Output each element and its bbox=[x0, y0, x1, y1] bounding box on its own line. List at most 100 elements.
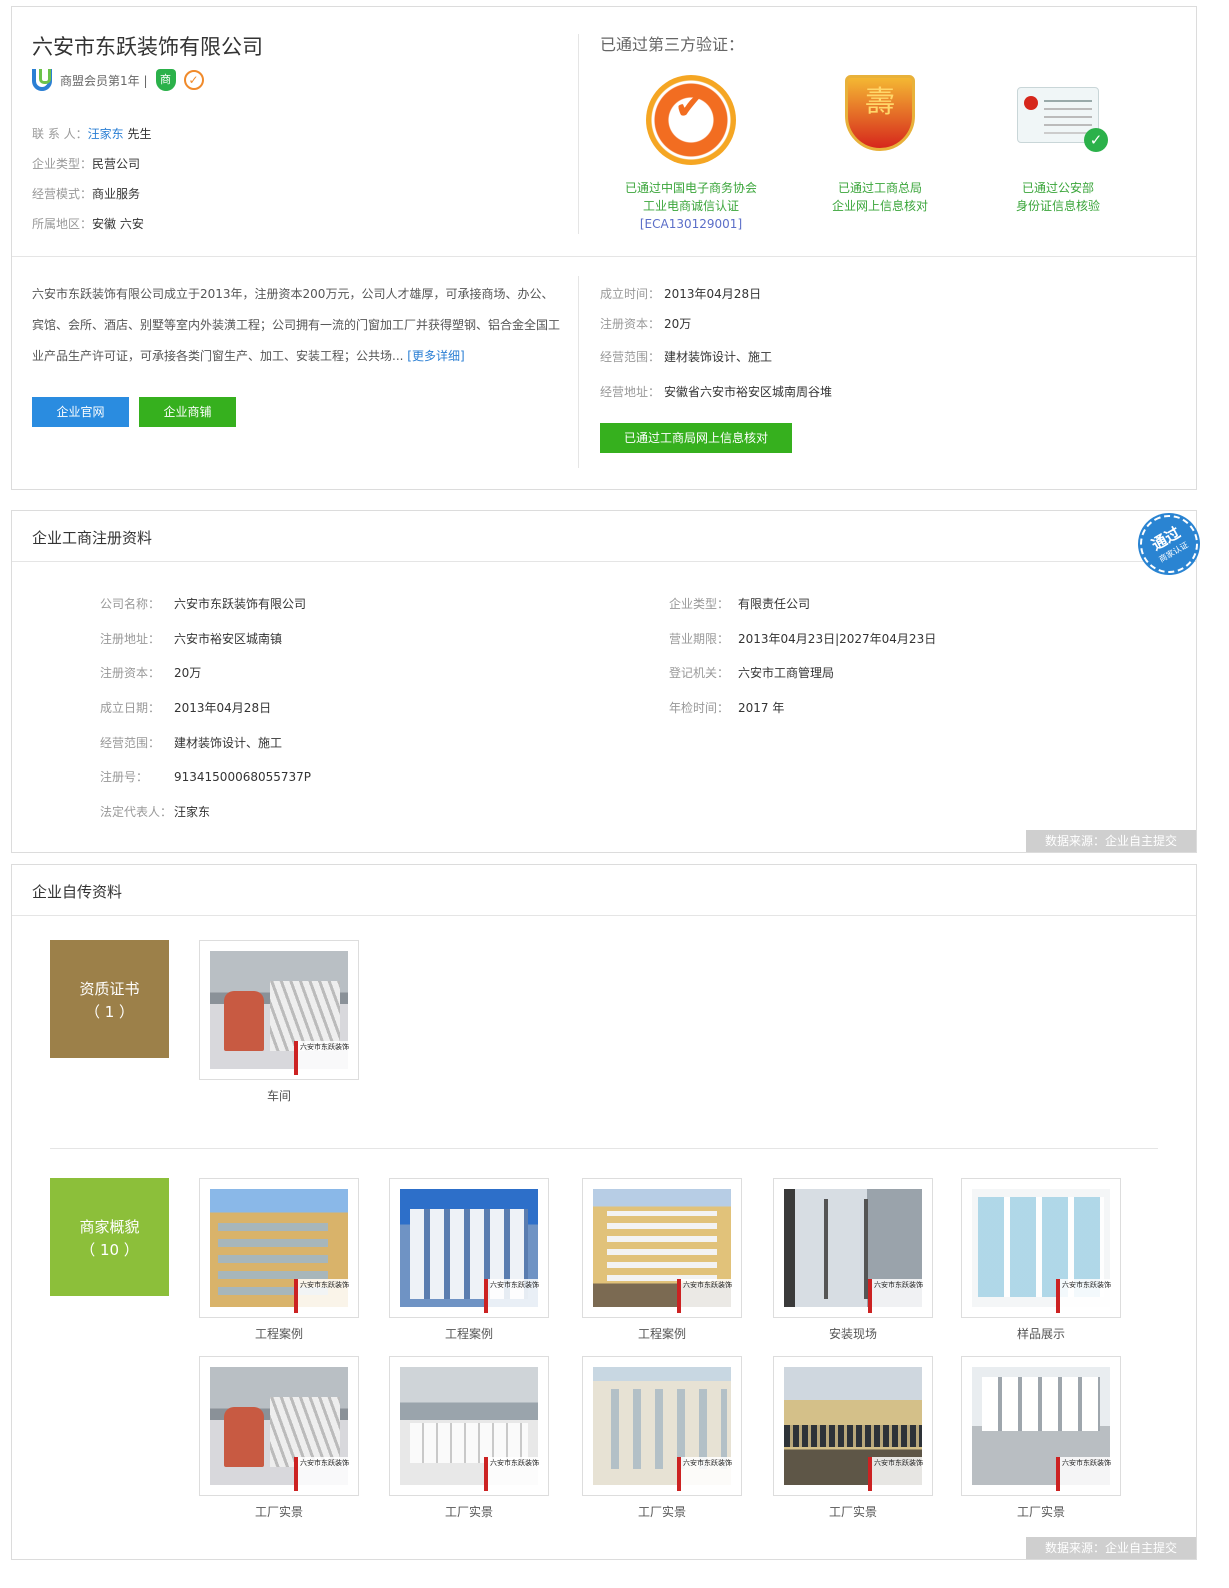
reg-label: 经营范围： bbox=[100, 735, 161, 750]
reg-value: 91341500068055737P bbox=[174, 770, 312, 785]
registration-right-column: 企业类型： 有限责任公司 营业期限： 2013年04月23日|2027年04月23日… bbox=[669, 595, 936, 734]
summary-row: 经营地址： 安徽省六安市裕安区城南周谷堆 bbox=[600, 383, 832, 413]
reg-row: 企业类型： 有限责任公司 bbox=[669, 595, 936, 630]
region-value: 安徽 六安 bbox=[92, 217, 144, 231]
saic-verified-button[interactable]: 已通过工商局网上信息核对 bbox=[600, 423, 792, 453]
ec-association-badge[interactable]: 已通过中国电子商务协会 工业电商诚信认证 [ECA130129001] bbox=[601, 75, 781, 233]
ec-badge-line2: 工业电商诚信认证 bbox=[642, 199, 739, 213]
ec-badge-line1: 已通过中国电子商务协会 bbox=[624, 181, 757, 195]
more-details-link[interactable]: [更多详细] bbox=[407, 349, 464, 363]
contact-info: 联 系 人：汪家东 先生 企业类型：民营公司 经营模式：商业服务 所属地区：安徽… bbox=[32, 125, 151, 245]
reg-label: 注册地址： bbox=[100, 631, 161, 646]
registration-left-column: 公司名称： 六安市东跃装饰有限公司 注册地址： 六安市裕安区城南镇 注册资本： 20万… bbox=[100, 595, 311, 838]
business-mode-row: 经营模式：商业服务 bbox=[32, 185, 151, 215]
thumbnail-caption[interactable]: 安装现场 bbox=[773, 1325, 933, 1342]
reg-value: 20万 bbox=[174, 666, 202, 681]
thumbnail-caption[interactable]: 工厂实景 bbox=[199, 1503, 359, 1520]
reg-label: 公司名称： bbox=[100, 597, 161, 611]
thumbnail-caption[interactable]: 工厂实景 bbox=[389, 1503, 549, 1520]
summary-label: 经营地址： bbox=[600, 385, 661, 399]
profile-header: 企业自传资料 bbox=[12, 865, 1196, 916]
company-type-label: 企业类型： bbox=[32, 157, 93, 171]
company-website-button[interactable]: 企业官网 bbox=[32, 397, 129, 427]
gallery-thumbnail[interactable]: 六安市东跃装饰 bbox=[961, 1356, 1121, 1496]
gallery-divider bbox=[50, 1148, 1158, 1149]
reg-value: 有限责任公司 bbox=[738, 597, 811, 611]
member-years: 商盟会员第1年 | bbox=[60, 73, 148, 88]
watermark: 六安市东跃装饰 bbox=[868, 1457, 928, 1491]
thumbnail-caption[interactable]: 样品展示 bbox=[961, 1325, 1121, 1342]
summary-label: 经营范围： bbox=[600, 350, 661, 364]
profile-panel: 企业自传资料 资质证书 （ 1 ） 六安市东跃装饰 车间 商家概貌 （ 10 ）… bbox=[11, 864, 1197, 1560]
thumbnail-caption[interactable]: 工厂实景 bbox=[961, 1503, 1121, 1520]
thumbnail-caption[interactable]: 工厂实景 bbox=[582, 1503, 742, 1520]
reg-value: 六安市东跃装饰有限公司 bbox=[174, 597, 307, 611]
intro-divider bbox=[578, 276, 579, 468]
thumbnail-caption[interactable]: 工厂实景 bbox=[773, 1503, 933, 1520]
reg-row: 注册资本： 20万 bbox=[100, 664, 311, 699]
id-card-badge[interactable]: 已通过公安部 身份证信息核验 bbox=[968, 75, 1148, 215]
watermark: 六安市东跃装饰 bbox=[1056, 1457, 1116, 1491]
company-type-row: 企业类型：民营公司 bbox=[32, 155, 151, 185]
company-shop-button[interactable]: 企业商铺 bbox=[139, 397, 236, 427]
business-shield-icon[interactable]: 商 bbox=[155, 69, 176, 91]
verified-check-icon[interactable]: ✓ bbox=[183, 70, 204, 90]
reg-value: 2017 年 bbox=[738, 701, 785, 716]
gallery-thumbnail[interactable]: 六安市东跃装饰 bbox=[389, 1356, 549, 1496]
intro-text: 六安市东跃装饰有限公司成立于2013年，注册资本200万元，公司人才雄厚，可承接… bbox=[32, 287, 561, 363]
company-type-value: 民营公司 bbox=[92, 157, 141, 171]
summary-value: 20万 bbox=[664, 317, 692, 331]
ec-badge-code: [ECA130129001] bbox=[639, 217, 743, 231]
watermark: 六安市东跃装饰 bbox=[677, 1457, 737, 1491]
gallery-thumbnail[interactable]: 六安市东跃装饰 bbox=[773, 1356, 933, 1496]
thumbnail-caption[interactable]: 工程案例 bbox=[199, 1325, 359, 1342]
reg-row: 成立日期： 2013年04月28日 bbox=[100, 699, 311, 734]
thumbnail-caption[interactable]: 工程案例 bbox=[389, 1325, 549, 1342]
reg-row: 经营范围： 建材装饰设计、施工 bbox=[100, 734, 311, 769]
overview-category[interactable]: 商家概貌 （ 10 ） bbox=[50, 1178, 169, 1296]
reg-label: 注册资本： bbox=[100, 666, 161, 681]
watermark: 六安市东跃装饰 bbox=[484, 1457, 544, 1491]
thumbnail-caption[interactable]: 工程案例 bbox=[582, 1325, 742, 1342]
saic-badge[interactable]: 已通过工商总局 企业网上信息核对 bbox=[790, 75, 970, 215]
data-source-tag: 数据来源：企业自主提交 bbox=[1026, 830, 1196, 852]
reg-row: 公司名称： 六安市东跃装饰有限公司 bbox=[100, 595, 311, 630]
region-label: 所属地区： bbox=[32, 217, 93, 231]
watermark: 六安市东跃装饰 bbox=[294, 1041, 354, 1075]
reg-value: 2013年04月23日|2027年04月23日 bbox=[738, 631, 937, 646]
gallery-thumbnail[interactable]: 六安市东跃装饰 bbox=[199, 1356, 359, 1496]
summary-label: 成立时间： bbox=[600, 287, 661, 301]
saic-shield-icon bbox=[845, 75, 915, 151]
id-badge-line1: 已通过公安部 bbox=[1021, 181, 1094, 195]
reg-row: 营业期限： 2013年04月23日|2027年04月23日 bbox=[669, 630, 936, 665]
gallery-thumbnail[interactable]: 六安市东跃装饰 bbox=[389, 1178, 549, 1318]
contact-name-link[interactable]: 汪家东 bbox=[88, 127, 124, 141]
reg-label: 注册号： bbox=[100, 770, 149, 785]
thumbnail-caption[interactable]: 车间 bbox=[199, 1087, 359, 1104]
gallery-thumbnail[interactable]: 六安市东跃装饰 bbox=[773, 1178, 933, 1318]
reg-value: 六安市裕安区城南镇 bbox=[174, 631, 283, 646]
registration-panel: 企业工商注册资料 通过 商家认证 公司名称： 六安市东跃装饰有限公司 注册地址： 六… bbox=[11, 504, 1209, 853]
gallery-thumbnail[interactable]: 六安市东跃装饰 bbox=[199, 1178, 359, 1318]
summary-row: 注册资本： 20万 bbox=[600, 315, 832, 348]
summary-value: 建材装饰设计、施工 bbox=[664, 350, 773, 364]
reg-row: 注册地址： 六安市裕安区城南镇 bbox=[100, 630, 311, 665]
gallery-thumbnail[interactable]: 六安市东跃装饰 bbox=[582, 1178, 742, 1318]
membership-row: 商盟会员第1年 | 商 ✓ bbox=[32, 69, 204, 91]
gallery-thumbnail[interactable]: 六安市东跃装饰 bbox=[582, 1356, 742, 1496]
summary-label: 注册资本： bbox=[600, 317, 661, 331]
region-row: 所属地区：安徽 六安 bbox=[32, 215, 151, 245]
overview-label: 商家概貌 bbox=[79, 1218, 140, 1236]
pass-seal-icon: 通过 商家认证 bbox=[1129, 504, 1209, 584]
section-divider bbox=[12, 256, 1196, 257]
watermark: 六安市东跃装饰 bbox=[294, 1457, 354, 1491]
contact-title: 先生 bbox=[123, 127, 152, 141]
business-mode-value: 商业服务 bbox=[92, 187, 141, 201]
gallery-thumbnail[interactable]: 六安市东跃装饰 bbox=[199, 940, 359, 1080]
certificates-category[interactable]: 资质证书 （ 1 ） bbox=[50, 940, 169, 1058]
gallery-thumbnail[interactable]: 六安市东跃装饰 bbox=[961, 1178, 1121, 1318]
reg-row: 登记机关： 六安市工商管理局 bbox=[669, 664, 936, 699]
reg-value: 2013年04月28日 bbox=[174, 701, 272, 716]
reg-value: 汪家东 bbox=[174, 805, 211, 820]
registration-title: 企业工商注册资料 bbox=[32, 529, 153, 547]
